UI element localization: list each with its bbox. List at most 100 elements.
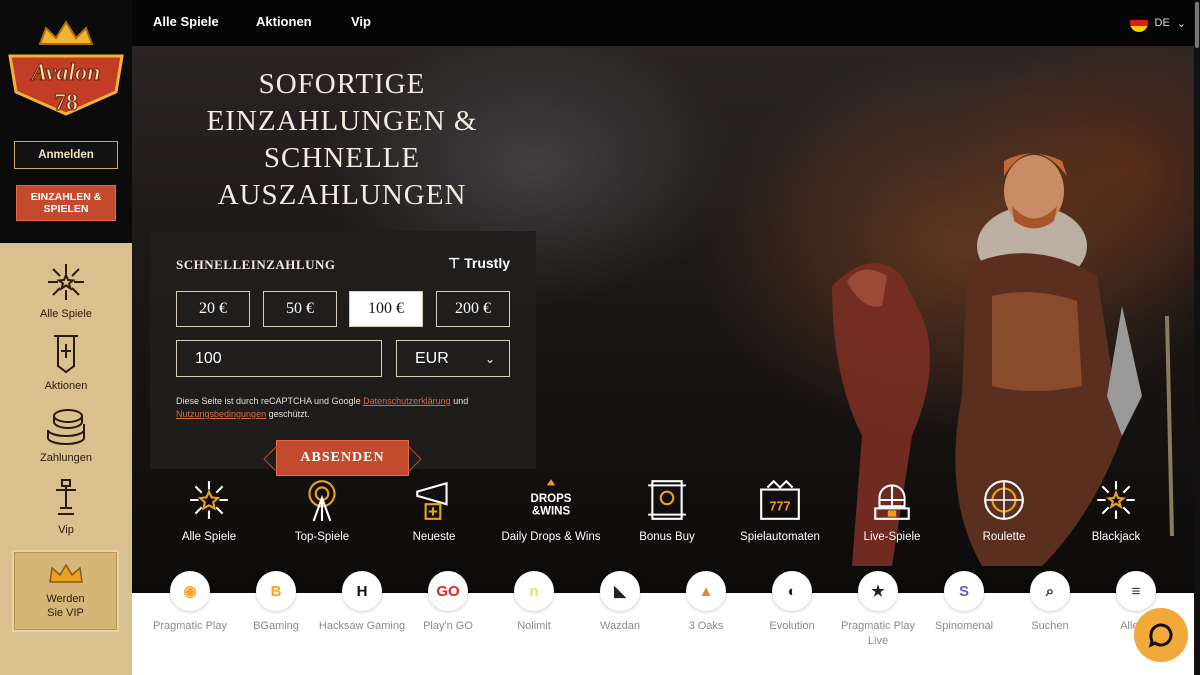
sidebar-item-promotions[interactable]: Aktionen <box>0 332 132 392</box>
nav-link-vip[interactable]: Vip <box>351 14 371 29</box>
provider-logo-icon: ▲ <box>686 571 726 611</box>
scrollbar[interactable] <box>1194 0 1200 675</box>
provider-label: BGaming <box>253 620 299 632</box>
provider-label: Play'n GO <box>423 620 473 632</box>
currency-select[interactable]: EUR ⌄ <box>396 340 510 377</box>
nav-link-promotions[interactable]: Aktionen <box>256 14 312 29</box>
roulette-icon <box>984 480 1024 520</box>
provider-label: 3 Oaks <box>688 620 724 632</box>
category-label: Neueste <box>412 531 456 543</box>
svg-text:&WINS: &WINS <box>532 506 571 518</box>
category-label: Blackjack <box>1091 531 1141 543</box>
avalon-logo[interactable]: Avalon 78 <box>6 14 126 129</box>
category-label: Live-Spiele <box>863 531 921 543</box>
provider-label: Nolimit <box>517 620 551 632</box>
amount-50-button[interactable]: 50 € <box>263 291 337 327</box>
provider-logo-icon: S <box>944 571 984 611</box>
hero-title-line: EINZAHLUNGEN & <box>206 105 478 137</box>
recaptcha-text: Diese Seite ist durch reCAPTCHA und Goog… <box>176 396 361 406</box>
chat-bubble-icon <box>1148 623 1173 648</box>
category-roulette[interactable]: Roulette <box>948 477 1060 543</box>
provider-logo-icon: H <box>342 571 382 611</box>
amount-20-button[interactable]: 20 € <box>176 291 250 327</box>
provider-logo-icon: ◉ <box>170 571 210 611</box>
amount-200-button[interactable]: 200 € <box>436 291 510 327</box>
svg-text:DROPS: DROPS <box>531 493 572 505</box>
provider-label: Evolution <box>769 620 815 632</box>
category-label: Bonus Buy <box>639 531 695 543</box>
provider-logo-icon: ≡ <box>1116 571 1156 611</box>
provider-pragmatic-play[interactable]: ◉ Pragmatic Play <box>144 571 236 634</box>
sidebar-item-all-games[interactable]: Alle Spiele <box>0 260 132 320</box>
privacy-policy-link[interactable]: Datenschutzerklärung <box>363 396 451 406</box>
recaptcha-text: und <box>453 396 469 406</box>
quick-deposit-panel: SCHNELLEINZAHLUNG ⊤ Trustly 20 € 50 € 10… <box>150 231 536 469</box>
amount-100-button[interactable]: 100 € <box>349 291 423 327</box>
sidebar-item-vip[interactable]: Vip <box>0 476 132 536</box>
horn-icon <box>416 481 448 520</box>
category-blackjack[interactable]: Blackjack <box>1060 477 1172 543</box>
language-selector[interactable]: DE ⌄ <box>1129 14 1186 32</box>
provider-label: Pragmatic Play Live <box>841 620 915 647</box>
submit-button[interactable]: ABSENDEN <box>276 440 409 476</box>
provider-logo-icon: B <box>256 571 296 611</box>
chevron-down-icon: ⌄ <box>1176 17 1186 30</box>
starburst-icon <box>190 481 228 519</box>
sparkle-icon <box>1097 481 1135 519</box>
sidebar-item-payments[interactable]: Zahlungen <box>0 404 132 464</box>
category-daily-drops-wins[interactable]: DROPS &WINS Daily Drops & Wins <box>495 477 607 543</box>
nav-link-all-games[interactable]: Alle Spiele <box>153 14 219 29</box>
sidebar-item-label: Zahlungen <box>40 452 92 464</box>
sidebar-item-label: Aktionen <box>44 380 88 392</box>
terms-link[interactable]: Nutzungsbedingungen <box>176 409 266 419</box>
category-alle-spiele[interactable]: Alle Spiele <box>153 477 265 543</box>
provider-bgaming[interactable]: B BGaming <box>230 571 322 634</box>
provider-logo-icon: GO <box>428 571 468 611</box>
coins-icon <box>47 409 85 446</box>
become-vip-card[interactable]: Werden Sie VIP <box>12 550 119 632</box>
provider-label: Pragmatic Play <box>153 620 227 632</box>
drops-wins-icon: DROPS&WINS <box>531 479 572 518</box>
category-spielautomaten[interactable]: 777 Spielautomaten <box>724 477 836 543</box>
provider-logo-icon: ★ <box>858 571 898 611</box>
provider-evolution[interactable]: ◐ Evolution <box>746 571 838 634</box>
starburst-icon <box>48 264 84 300</box>
hero-title: SOFORTIGE EINZAHLUNGEN & SCHNELLE AUSZAH… <box>162 66 522 214</box>
scrollbar-thumb[interactable] <box>1195 2 1199 48</box>
vip-card-line2: Sie VIP <box>47 607 84 619</box>
sidebar: Avalon 78 Anmelden EINZAHLEN & SPIELEN A… <box>0 0 132 675</box>
provider-nolimit[interactable]: n Nolimit <box>488 571 580 634</box>
category-label: Roulette <box>982 531 1026 543</box>
target-icon <box>308 480 336 522</box>
category-label: Spielautomaten <box>740 531 820 543</box>
provider-suchen[interactable]: ⌕ Suchen <box>1004 571 1096 634</box>
sidebar-item-label: Vip <box>58 524 74 536</box>
provider-wazdan[interactable]: ◣ Wazdan <box>574 571 666 634</box>
recaptcha-text: geschützt. <box>268 409 310 419</box>
trustly-logo: ⊤ Trustly <box>448 255 510 272</box>
category-neueste[interactable]: Neueste <box>378 477 490 543</box>
german-flag-icon <box>1129 14 1148 32</box>
provider-label: Suchen <box>1031 620 1069 632</box>
hero-title-line: SCHNELLE <box>263 142 421 174</box>
provider-play-n-go[interactable]: GO Play'n GO <box>402 571 494 634</box>
category-label: Daily Drops & Wins <box>501 531 601 543</box>
category-live-spiele[interactable]: Live-Spiele <box>836 477 948 543</box>
category-label: Alle Spiele <box>181 531 237 543</box>
amount-input[interactable]: 100 <box>176 340 382 377</box>
category-top-spiele[interactable]: Top-Spiele <box>266 477 378 543</box>
chat-button[interactable] <box>1134 608 1188 662</box>
banner-icon <box>54 335 78 374</box>
deposit-play-button[interactable]: EINZAHLEN & SPIELEN <box>16 185 116 221</box>
login-button[interactable]: Anmelden <box>14 141 118 169</box>
provider-hacksaw-gaming[interactable]: H Hacksaw Gaming <box>316 571 408 634</box>
provider-3-oaks[interactable]: ▲ 3 Oaks <box>660 571 752 634</box>
provider-pragmatic-play-live[interactable]: ★ Pragmatic Play Live <box>832 571 924 649</box>
provider-logo-icon: n <box>514 571 554 611</box>
knight-helmet-icon <box>874 484 910 520</box>
category-label: Top-Spiele <box>294 531 350 543</box>
provider-logo-icon: ⌕ <box>1030 571 1070 611</box>
chevron-down-icon: ⌄ <box>484 351 495 366</box>
provider-spinomenal[interactable]: S Spinomenal <box>918 571 1010 634</box>
category-bonus-buy[interactable]: Bonus Buy <box>611 477 723 543</box>
